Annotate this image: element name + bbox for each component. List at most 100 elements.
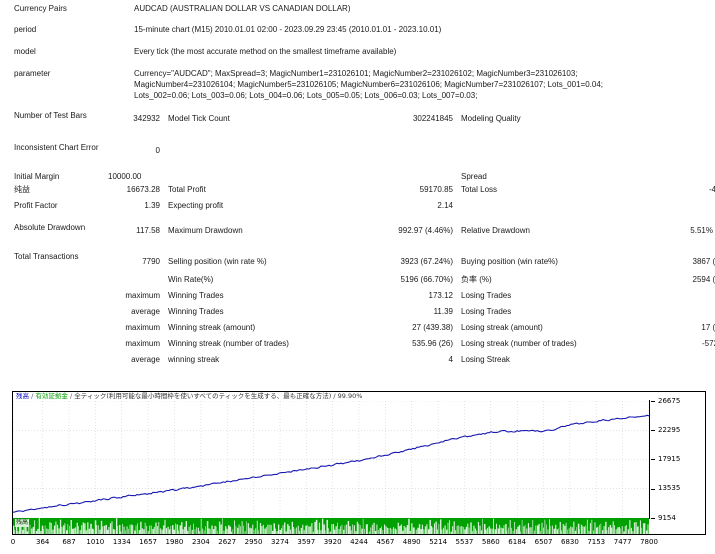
header-row-parameter: parameter Currency="AUDCAD"; MaxSpread=3… bbox=[0, 65, 715, 109]
max-winning-streak-count-qualifier: maximum bbox=[125, 339, 160, 348]
initial-margin-value: 10000.00 bbox=[108, 172, 142, 181]
stats-row-total-transactions: Total Transactions 7790 Selling position… bbox=[0, 243, 715, 269]
x-axis-tick-label: 0 bbox=[10, 538, 16, 546]
volume-band-label: 残高 bbox=[15, 519, 30, 527]
stats-row-max-winning-streak-count: maximum Winning streak (number of trades… bbox=[0, 339, 715, 355]
profit-factor-value: 1.39 bbox=[144, 201, 160, 210]
x-axis-tick-label: 5537 bbox=[455, 538, 474, 546]
x-axis-tick-label: 3920 bbox=[323, 538, 342, 546]
max-losing-streak-count-label: Losing streak (number of trades) bbox=[461, 339, 577, 348]
x-axis-tick-label: 6830 bbox=[560, 538, 579, 546]
chart-legend-equity: 有効証拠金 bbox=[35, 392, 68, 400]
stats-row-max-winning-streak-amount: maximum Winning streak (amount) 27 (439.… bbox=[0, 323, 715, 339]
expecting-profit-value: 2.14 bbox=[437, 201, 453, 210]
model-tick-count-value: 302241845 bbox=[412, 114, 453, 123]
maximum-drawdown-value: 992.97 (4.46%) bbox=[398, 226, 453, 235]
total-transactions-label: Total Transactions bbox=[14, 252, 79, 261]
max-winning-streak-count-label: Winning streak (number of trades) bbox=[168, 339, 289, 348]
stats-empty-label-r8 bbox=[0, 269, 102, 291]
initial-margin-label: Initial Margin bbox=[14, 172, 60, 181]
x-axis-tick-label: 3274 bbox=[271, 538, 289, 546]
backtest-report: Currency Pairs AUDCAD (AUSTRALIAN DOLLAR… bbox=[0, 0, 715, 554]
y-axis-tick-label: 22295 bbox=[658, 425, 681, 434]
avg-losing-trades-label: Losing Trades bbox=[461, 307, 512, 316]
avg-losing-trades-value: -16.38 bbox=[641, 307, 715, 323]
x-axis-tick-label: 3597 bbox=[297, 538, 316, 546]
loss-rate-value: 2594 (33.30%) bbox=[692, 275, 715, 284]
y-axis-tick bbox=[651, 459, 655, 461]
max-winning-streak-count-value: 535.96 (26) bbox=[412, 339, 453, 348]
total-loss-label: Total Loss bbox=[461, 185, 498, 194]
net-profit-value: 16673.28 bbox=[126, 185, 160, 194]
currency-pairs-value: AUDCAD (AUSTRALIAN DOLLAR VS CANADIAN DO… bbox=[134, 4, 351, 13]
model-tick-count-label: Model Tick Count bbox=[168, 114, 230, 123]
x-axis-tick-label: 6507 bbox=[534, 538, 553, 546]
win-rate-value: 5196 (66.70%) bbox=[400, 275, 453, 284]
stats-row-inconsistent-chart-error: Inconsistent Chart Error 0 bbox=[0, 137, 715, 163]
x-axis-tick-label: 7800 bbox=[640, 538, 658, 546]
buying-position-label: Buying position (win rate%) bbox=[461, 257, 558, 266]
avg-winning-streak-qualifier: average bbox=[131, 355, 160, 364]
stats-empty-label-r2 bbox=[164, 137, 343, 163]
x-axis-tick-label: 364 bbox=[35, 538, 50, 546]
max-losing-trades-value: -109.99 bbox=[641, 291, 715, 307]
profit-factor-label: Profit Factor bbox=[14, 201, 58, 210]
total-loss-value: -42497.57 bbox=[708, 185, 715, 194]
avg-winning-streak-label: winning streak bbox=[168, 355, 220, 364]
period-value: 15-minute chart (M15) 2010.01.01 02:00 -… bbox=[134, 25, 442, 34]
stats-row-net-profit: 纯益 16673.28 Total Profit 59170.85 Total … bbox=[0, 185, 715, 201]
relative-drawdown-label: Relative Drawdown bbox=[461, 226, 530, 235]
y-axis-line bbox=[649, 400, 650, 519]
x-axis-tick-label: 4890 bbox=[402, 538, 421, 546]
max-winning-streak-amount-label: Winning streak (amount) bbox=[168, 323, 256, 332]
stats-row-profit-factor: Profit Factor 1.39 Expecting profit 2.14 bbox=[0, 201, 715, 217]
total-profit-label: Total Profit bbox=[168, 185, 206, 194]
x-axis-tick-label: 2627 bbox=[218, 538, 237, 546]
stats-empty-label-r12 bbox=[0, 339, 102, 355]
relative-drawdown-value: 5.51% (860.81) bbox=[690, 226, 715, 235]
maximum-drawdown-label: Maximum Drawdown bbox=[168, 226, 243, 235]
header-row-period: period 15-minute chart (M15) 2010.01.01 … bbox=[0, 22, 715, 43]
stats-empty-label-r13 bbox=[0, 355, 102, 371]
x-axis-tick-label: 1334 bbox=[112, 538, 131, 546]
avg-losing-streak-value: 2 bbox=[641, 355, 715, 371]
spread-label: Spread bbox=[461, 172, 487, 181]
stats-row-win-rate: Win Rate(%) 5196 (66.70%) 负率 (%) 2594 (3… bbox=[0, 269, 715, 291]
parameter-line-2: MagicNumber4=231026104; MagicNumber5=231… bbox=[134, 79, 603, 89]
parameter-line-1: Currency="AUDCAD"; MaxSpread=3; MagicNum… bbox=[134, 69, 578, 78]
stats-row-max-winning-trades: maximum Winning Trades 173.12 Losing Tra… bbox=[0, 291, 715, 307]
x-axis-tick-label: 687 bbox=[62, 538, 76, 546]
stats-empty-label3-r2 bbox=[457, 137, 641, 163]
avg-winning-streak-value: 4 bbox=[448, 355, 453, 364]
x-axis-tick-label: 2950 bbox=[244, 538, 263, 546]
report-header-table: Currency Pairs AUDCAD (AUSTRALIAN DOLLAR… bbox=[0, 0, 715, 109]
stats-empty-value-r8 bbox=[102, 269, 164, 291]
expecting-profit-label: Expecting profit bbox=[168, 201, 224, 210]
stats-empty-label-r10 bbox=[0, 307, 102, 323]
max-losing-streak-amount-value: 17 (-268.85) bbox=[701, 323, 715, 332]
inconsistent-chart-error-label: Inconsistent Chart Error bbox=[14, 143, 99, 152]
stats-row-drawdown: Absolute Drawdown 117.58 Maximum Drawdow… bbox=[0, 217, 715, 243]
max-losing-streak-count-value: -572.51 (11) bbox=[702, 339, 715, 348]
max-winning-streak-amount-value: 27 (439.38) bbox=[412, 323, 453, 332]
parameter-label: parameter bbox=[14, 69, 51, 78]
stats-empty-label-r3 bbox=[164, 163, 343, 185]
x-axis-labels: 0 364 687 1010 1334 1657 1980 2304 2627 2950 3274 3… bbox=[10, 538, 706, 552]
stats-row-avg-winning-streak: average winning streak 4 Losing Streak 2 bbox=[0, 355, 715, 371]
avg-losing-streak-label: Losing Streak bbox=[461, 355, 510, 364]
max-losing-trades-label: Losing Trades bbox=[461, 291, 512, 300]
selling-position-value: 3923 (67.24%) bbox=[400, 257, 453, 266]
y-axis-tick-label: 13535 bbox=[658, 484, 681, 493]
parameter-line-3: Lots_002=0.06; Lots_003=0.06; Lots_004=0… bbox=[134, 90, 478, 100]
stats-empty-value-r2 bbox=[343, 137, 457, 163]
x-axis-tick-label: 1980 bbox=[165, 538, 184, 546]
header-row-model: model Every tick (the most accurate meth… bbox=[0, 43, 715, 65]
avg-winning-trades-qualifier: average bbox=[131, 307, 160, 316]
model-label: model bbox=[14, 47, 36, 56]
number-of-test-bars-value: 342932 bbox=[133, 114, 160, 123]
stats-empty-value-r3 bbox=[343, 163, 457, 185]
absolute-drawdown-value: 117.58 bbox=[136, 226, 160, 235]
equity-curve-plot bbox=[13, 401, 649, 518]
chart-title: 残高 / 有効証拠金 / 全ティック(利用可能な最小時間枠を使いすべてのティック… bbox=[16, 392, 362, 401]
stats-row-initial-margin: Initial Margin 10000.00 Spread 30 bbox=[0, 163, 715, 185]
